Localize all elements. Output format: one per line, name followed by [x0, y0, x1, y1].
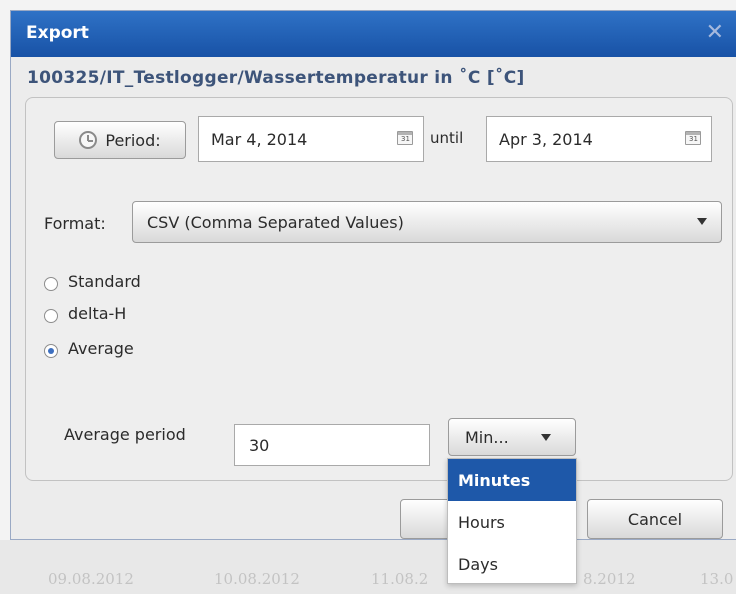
start-date-value: Mar 4, 2014	[211, 129, 308, 149]
average-unit-select[interactable]: Min...	[448, 418, 576, 456]
average-unit-selected: Min...	[465, 427, 509, 447]
radio-standard[interactable]	[44, 277, 58, 291]
radio-delta-h[interactable]	[44, 309, 58, 323]
export-dialog: Export ✕ 100325/IT_Testlogger/Wassertemp…	[10, 10, 736, 540]
dialog-title: Export	[26, 23, 89, 43]
menu-item-minutes[interactable]: Minutes	[448, 459, 576, 501]
until-label: until	[430, 129, 464, 147]
average-period-label: Average period	[64, 425, 186, 444]
chevron-down-icon	[541, 434, 551, 441]
clock-icon	[79, 131, 98, 149]
close-icon[interactable]: ✕	[706, 22, 724, 44]
menu-item-days[interactable]: Days	[448, 543, 576, 585]
start-date-field[interactable]: Mar 4, 2014 31	[198, 116, 424, 162]
chevron-down-icon	[697, 218, 707, 225]
format-select[interactable]: CSV (Comma Separated Values)	[132, 201, 722, 243]
background-date-label: 13.0	[700, 570, 734, 588]
end-date-field[interactable]: Apr 3, 2014 31	[486, 116, 712, 162]
period-button[interactable]: Period:	[54, 121, 186, 159]
format-selected-value: CSV (Comma Separated Values)	[147, 212, 404, 232]
calendar-icon[interactable]: 31	[397, 131, 413, 145]
calendar-icon[interactable]: 31	[685, 131, 701, 145]
sensor-path-label: 100325/IT_Testlogger/Wassertemperatur in…	[27, 68, 525, 88]
average-unit-menu: Minutes Hours Days	[447, 458, 577, 584]
format-label: Format:	[44, 214, 106, 233]
period-button-label: Period:	[105, 130, 161, 150]
end-date-value: Apr 3, 2014	[499, 129, 593, 149]
menu-item-hours[interactable]: Hours	[448, 501, 576, 543]
export-options-panel: Period: Mar 4, 2014 31 until Apr 3, 2014…	[25, 97, 733, 481]
average-period-value: 30	[249, 435, 270, 455]
radio-average[interactable]	[44, 344, 58, 358]
radio-average-label[interactable]: Average	[68, 339, 134, 358]
cancel-button-label: Cancel	[627, 509, 683, 529]
radio-standard-label[interactable]: Standard	[68, 272, 141, 291]
background-date-label: 11.08.2	[371, 570, 429, 588]
radio-delta-h-label[interactable]: delta-H	[68, 304, 126, 323]
background-date-label: 8.2012	[583, 570, 636, 588]
cancel-button[interactable]: Cancel	[587, 499, 723, 539]
background-date-label: 10.08.2012	[214, 570, 300, 588]
background-date-label: 09.08.2012	[48, 570, 134, 588]
dialog-titlebar[interactable]: Export ✕	[11, 11, 736, 57]
average-period-input[interactable]: 30	[234, 424, 430, 466]
